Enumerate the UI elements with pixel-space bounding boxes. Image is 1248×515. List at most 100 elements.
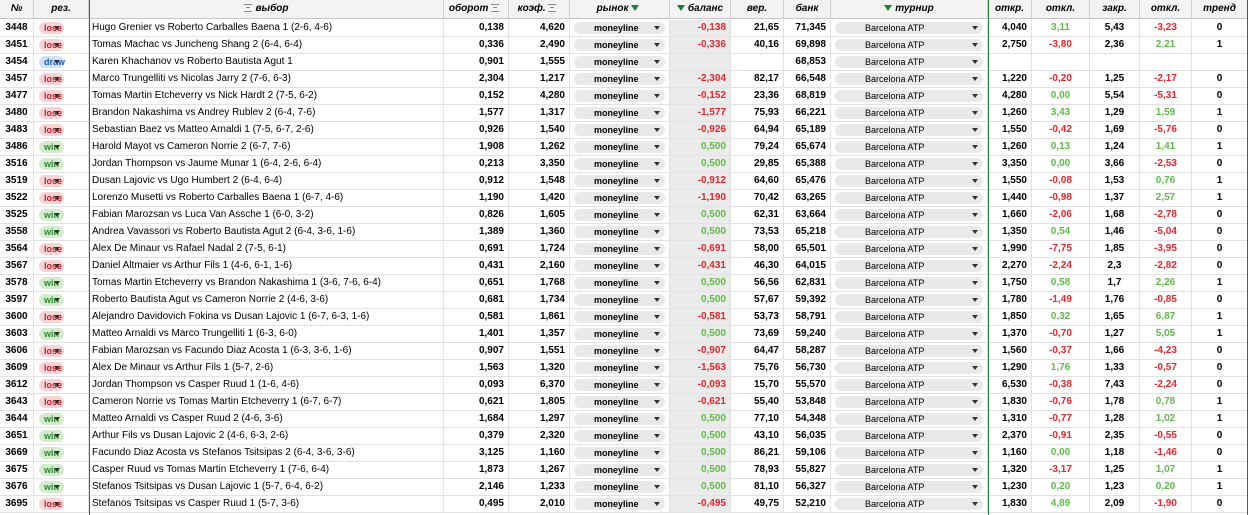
cell-odds[interactable]: 1,160: [509, 445, 570, 461]
tournament-select[interactable]: Barcelona ATP: [835, 362, 983, 374]
cell-trend[interactable]: 0: [1192, 360, 1248, 376]
cell-dev2[interactable]: 0,76: [1140, 173, 1192, 189]
cell-balance[interactable]: -0,621: [670, 394, 731, 410]
cell-dev1[interactable]: -2,24: [1032, 258, 1090, 274]
cell-dev2[interactable]: -0,55: [1140, 428, 1192, 444]
cell-odds[interactable]: 2,320: [509, 428, 570, 444]
table-row[interactable]: 3675 win Casper Ruud vs Tomas Martin Etche…: [0, 462, 1248, 479]
cell-turnover[interactable]: 0,093: [444, 377, 509, 393]
market-select[interactable]: moneyline: [574, 56, 665, 68]
result-dropdown[interactable]: lose: [39, 90, 64, 102]
result-dropdown[interactable]: lose: [39, 73, 64, 85]
cell-pick[interactable]: Alex De Minaur vs Rafael Nadal 2 (7-5, 6…: [89, 241, 444, 257]
tournament-select[interactable]: Barcelona ATP: [835, 209, 983, 221]
cell-dev1[interactable]: -3,17: [1032, 462, 1090, 478]
cell-dev1[interactable]: -3,80: [1032, 37, 1090, 53]
cell-close[interactable]: 1,25: [1090, 71, 1140, 87]
cell-odds[interactable]: 1,420: [509, 190, 570, 206]
cell-open[interactable]: 1,260: [988, 105, 1032, 121]
table-row[interactable]: 3606 lose Fabian Marozsan vs Facundo Diaz …: [0, 343, 1248, 360]
cell-turnover[interactable]: 0,681: [444, 292, 509, 308]
header-trend[interactable]: тренд: [1192, 0, 1248, 18]
cell-prob[interactable]: 73,69: [731, 326, 784, 342]
cell-trend[interactable]: 0: [1192, 20, 1248, 36]
header-tournament[interactable]: турнир: [831, 0, 988, 18]
tournament-select[interactable]: Barcelona ATP: [835, 464, 983, 476]
cell-trend[interactable]: 0: [1192, 292, 1248, 308]
cell-pick[interactable]: Fabian Marozsan vs Luca Van Assche 1 (6-…: [89, 207, 444, 223]
cell-prob[interactable]: 23,36: [731, 88, 784, 104]
cell-open[interactable]: 1,350: [988, 224, 1032, 240]
cell-trend[interactable]: 0: [1192, 207, 1248, 223]
tournament-select[interactable]: Barcelona ATP: [835, 430, 983, 442]
cell-close[interactable]: 2,35: [1090, 428, 1140, 444]
cell-dev1[interactable]: 1,76: [1032, 360, 1090, 376]
cell-bank[interactable]: 55,570: [784, 377, 831, 393]
cell-bank[interactable]: 66,221: [784, 105, 831, 121]
result-dropdown[interactable]: lose: [39, 498, 64, 510]
result-dropdown[interactable]: win: [39, 464, 64, 476]
cell-pick[interactable]: Matteo Arnaldi vs Casper Ruud 2 (4-6, 3-…: [89, 411, 444, 427]
cell-dev2[interactable]: -0,85: [1140, 292, 1192, 308]
cell-id[interactable]: 3676: [0, 479, 34, 495]
cell-trend[interactable]: 1: [1192, 411, 1248, 427]
result-dropdown[interactable]: win: [39, 277, 64, 289]
tournament-select[interactable]: Barcelona ATP: [835, 124, 983, 136]
cell-bank[interactable]: 69,898: [784, 37, 831, 53]
cell-pick[interactable]: Lorenzo Musetti vs Roberto Carballes Bae…: [89, 190, 444, 206]
table-row[interactable]: 3609 lose Alex De Minaur vs Arthur Fils 1 …: [0, 360, 1248, 377]
cell-open[interactable]: 3,350: [988, 156, 1032, 172]
cell-balance[interactable]: -0,138: [670, 20, 731, 36]
cell-prob[interactable]: 82,17: [731, 71, 784, 87]
cell-open[interactable]: 1,780: [988, 292, 1032, 308]
cell-trend[interactable]: 1: [1192, 173, 1248, 189]
table-row[interactable]: 3564 lose Alex De Minaur vs Rafael Nadal 2…: [0, 241, 1248, 258]
cell-dev2[interactable]: 0,20: [1140, 479, 1192, 495]
cell-pick[interactable]: Karen Khachanov vs Roberto Bautista Agut…: [89, 54, 444, 70]
cell-turnover[interactable]: 1,873: [444, 462, 509, 478]
cell-prob[interactable]: 55,40: [731, 394, 784, 410]
table-row[interactable]: 3558 win Andrea Vavassori vs Roberto Bauti…: [0, 224, 1248, 241]
cell-prob[interactable]: 64,47: [731, 343, 784, 359]
cell-dev2[interactable]: 1,41: [1140, 139, 1192, 155]
cell-dev1[interactable]: 4,89: [1032, 496, 1090, 512]
cell-id[interactable]: 3522: [0, 190, 34, 206]
cell-trend[interactable]: 0: [1192, 377, 1248, 393]
cell-pick[interactable]: Sebastian Baez vs Matteo Arnaldi 1 (7-5,…: [89, 122, 444, 138]
cell-bank[interactable]: 59,106: [784, 445, 831, 461]
cell-odds[interactable]: 1,805: [509, 394, 570, 410]
tournament-select[interactable]: Barcelona ATP: [835, 328, 983, 340]
cell-pick[interactable]: Casper Ruud vs Tomas Martin Etcheverry 1…: [89, 462, 444, 478]
table-row[interactable]: 3519 lose Dusan Lajovic vs Ugo Humbert 2 (…: [0, 173, 1248, 190]
cell-bank[interactable]: 64,015: [784, 258, 831, 274]
tournament-select[interactable]: Barcelona ATP: [835, 413, 983, 425]
cell-id[interactable]: 3564: [0, 241, 34, 257]
cell-turnover[interactable]: 0,651: [444, 275, 509, 291]
cell-turnover[interactable]: 0,336: [444, 37, 509, 53]
cell-dev1[interactable]: 0,00: [1032, 88, 1090, 104]
market-select[interactable]: moneyline: [574, 362, 665, 374]
cell-dev1[interactable]: -0,77: [1032, 411, 1090, 427]
cell-odds[interactable]: 1,317: [509, 105, 570, 121]
cell-id[interactable]: 3525: [0, 207, 34, 223]
result-dropdown[interactable]: lose: [39, 379, 64, 391]
cell-balance[interactable]: -1,563: [670, 360, 731, 376]
cell-dev2[interactable]: 2,26: [1140, 275, 1192, 291]
cell-dev2[interactable]: -0,57: [1140, 360, 1192, 376]
cell-dev2[interactable]: 2,21: [1140, 37, 1192, 53]
cell-open[interactable]: 1,220: [988, 71, 1032, 87]
cell-pick[interactable]: Stefanos Tsitsipas vs Casper Ruud 1 (5-7…: [89, 496, 444, 512]
cell-trend[interactable]: 1: [1192, 394, 1248, 410]
cell-open[interactable]: 1,660: [988, 207, 1032, 223]
cell-pick[interactable]: Stefanos Tsitsipas vs Dusan Lajovic 1 (5…: [89, 479, 444, 495]
cell-close[interactable]: 1,25: [1090, 462, 1140, 478]
cell-pick[interactable]: Roberto Bautista Agut vs Cameron Norrie …: [89, 292, 444, 308]
cell-trend[interactable]: [1192, 54, 1248, 70]
cell-dev1[interactable]: -7,75: [1032, 241, 1090, 257]
table-row[interactable]: 3600 lose Alejandro Davidovich Fokina vs D…: [0, 309, 1248, 326]
cell-open[interactable]: [988, 54, 1032, 70]
cell-id[interactable]: 3675: [0, 462, 34, 478]
cell-prob[interactable]: [731, 54, 784, 70]
cell-balance[interactable]: -1,190: [670, 190, 731, 206]
result-dropdown[interactable]: draw: [39, 56, 65, 68]
